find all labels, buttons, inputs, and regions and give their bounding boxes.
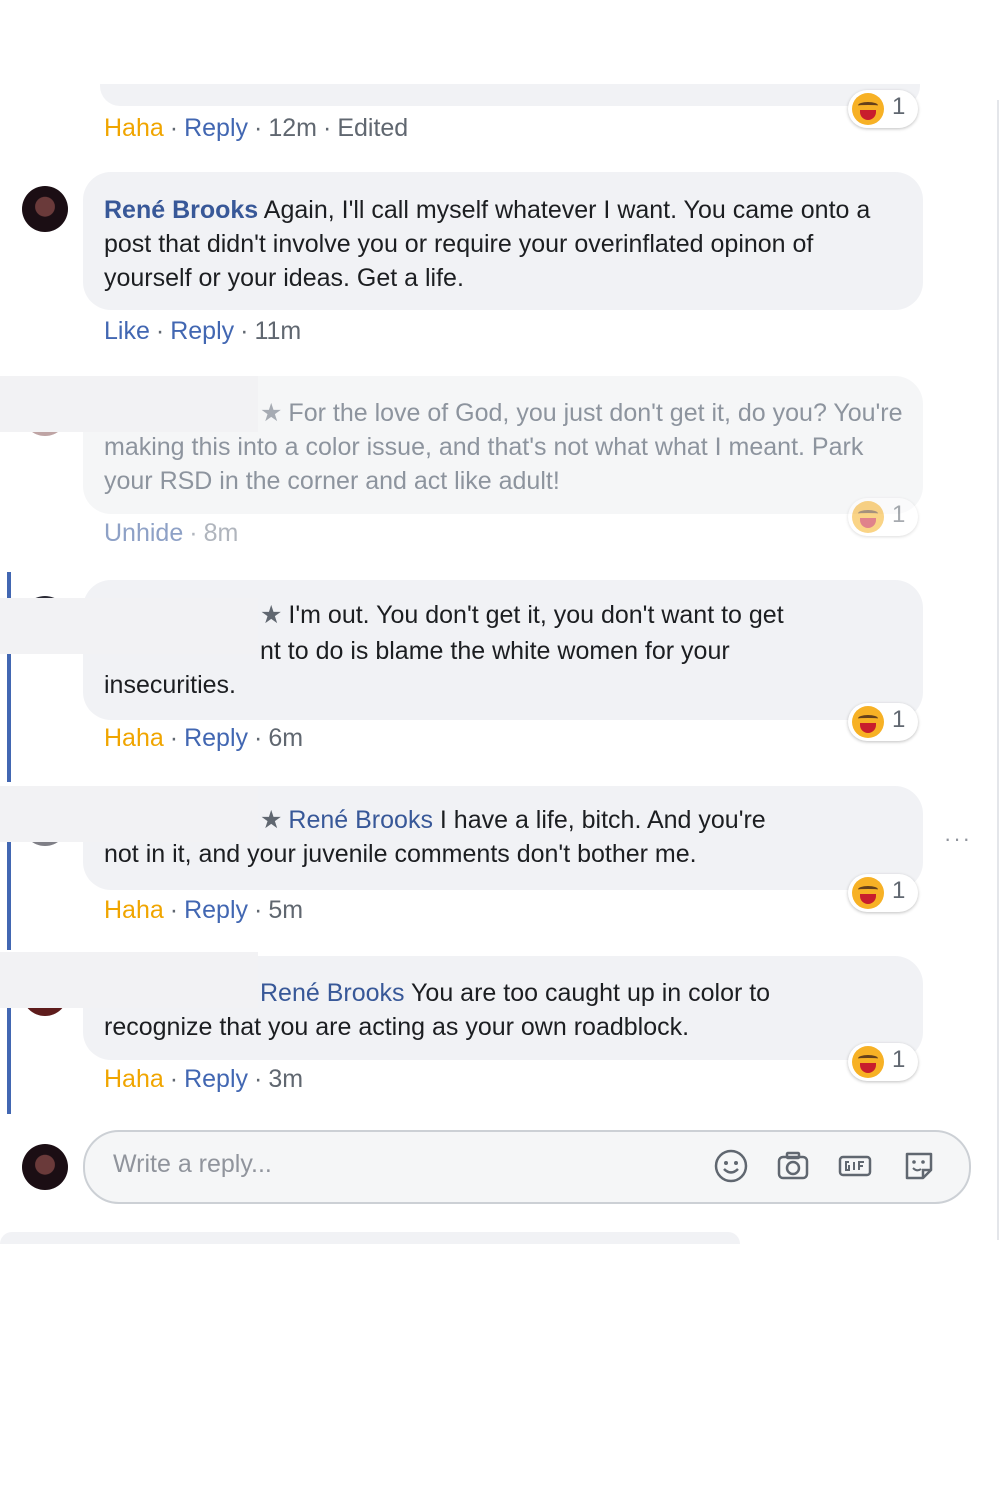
comment-actions: Unhide · 8m bbox=[104, 519, 239, 547]
reaction-badge[interactable]: 1 bbox=[848, 498, 918, 536]
timestamp[interactable]: 12m bbox=[268, 114, 317, 142]
emoji-icon[interactable] bbox=[713, 1148, 749, 1184]
comment-actions: Haha · Reply · 6m bbox=[104, 724, 304, 752]
unhide-link[interactable]: Unhide bbox=[104, 519, 183, 547]
avatar[interactable] bbox=[22, 186, 68, 232]
timestamp[interactable]: 5m bbox=[268, 896, 303, 924]
star-icon: ★ bbox=[260, 806, 283, 834]
next-comment-bubble bbox=[0, 1232, 740, 1244]
reply-link[interactable]: Reply bbox=[184, 1065, 248, 1093]
timestamp[interactable]: 11m bbox=[254, 317, 301, 345]
star-icon: ★ bbox=[260, 601, 283, 629]
previous-comment-bubble bbox=[100, 84, 920, 106]
star-icon: ★ bbox=[260, 399, 283, 427]
comment-text: René Brooks You are too caught up in col… bbox=[104, 979, 771, 1041]
thread-line bbox=[7, 842, 11, 950]
reply-link[interactable]: Reply bbox=[184, 724, 248, 752]
comment-actions: Haha · Reply · 5m bbox=[104, 896, 304, 924]
reply-placeholder: Write a reply... bbox=[113, 1150, 272, 1178]
timestamp[interactable]: 6m bbox=[268, 724, 303, 752]
reaction-badge[interactable]: 1 bbox=[848, 90, 918, 128]
reply-input[interactable]: Write a reply... bbox=[83, 1130, 971, 1204]
haha-link[interactable]: Haha bbox=[104, 114, 164, 142]
timestamp[interactable]: 3m bbox=[268, 1065, 303, 1093]
timestamp[interactable]: 8m bbox=[204, 519, 239, 547]
camera-icon[interactable] bbox=[775, 1148, 811, 1184]
comment-author[interactable]: René Brooks bbox=[104, 196, 258, 224]
panel-border bbox=[997, 100, 999, 1240]
haha-emoji-icon bbox=[852, 706, 884, 738]
sticker-icon[interactable] bbox=[901, 1148, 937, 1184]
comment-text: ★ For the love of God, you just don't get… bbox=[104, 396, 904, 498]
comment-body: For the love of God, you just don't get … bbox=[104, 399, 903, 495]
comment-actions: Haha · Reply · 3m bbox=[104, 1065, 304, 1093]
haha-emoji-icon bbox=[852, 1046, 884, 1078]
mention-link[interactable]: René Brooks bbox=[288, 806, 433, 834]
haha-link[interactable]: Haha bbox=[104, 1065, 164, 1093]
haha-emoji-icon bbox=[852, 93, 884, 125]
reaction-badge[interactable]: 1 bbox=[848, 874, 918, 912]
comment-text: ★ I'm out. You don't get it, you don't wa… bbox=[104, 601, 784, 699]
comment-actions: Like · Reply · 11m bbox=[104, 317, 302, 345]
more-options-icon[interactable]: ··· bbox=[944, 826, 972, 852]
haha-emoji-icon bbox=[852, 877, 884, 909]
reply-link[interactable]: Reply bbox=[184, 114, 248, 142]
mention-link[interactable]: René Brooks bbox=[260, 979, 405, 1007]
edited-label[interactable]: Edited bbox=[337, 114, 408, 142]
reply-link[interactable]: Reply bbox=[170, 317, 234, 345]
reply-link[interactable]: Reply bbox=[184, 896, 248, 924]
comment-actions: Haha · Reply · 12m · Edited bbox=[104, 114, 409, 142]
thread-line bbox=[7, 1008, 11, 1114]
reaction-badge[interactable]: 1 bbox=[848, 1043, 918, 1081]
comment-text: ★ René Brooks I have a life, bitch. And y… bbox=[104, 806, 766, 868]
like-link[interactable]: Like bbox=[104, 317, 150, 345]
current-user-avatar[interactable] bbox=[22, 1144, 68, 1190]
reaction-badge[interactable]: 1 bbox=[848, 703, 918, 741]
haha-link[interactable]: Haha bbox=[104, 724, 164, 752]
haha-link[interactable]: Haha bbox=[104, 896, 164, 924]
haha-emoji-icon bbox=[852, 501, 884, 533]
gif-icon[interactable] bbox=[837, 1148, 873, 1184]
comment-text: René Brooks Again, I'll call myself what… bbox=[104, 193, 904, 295]
